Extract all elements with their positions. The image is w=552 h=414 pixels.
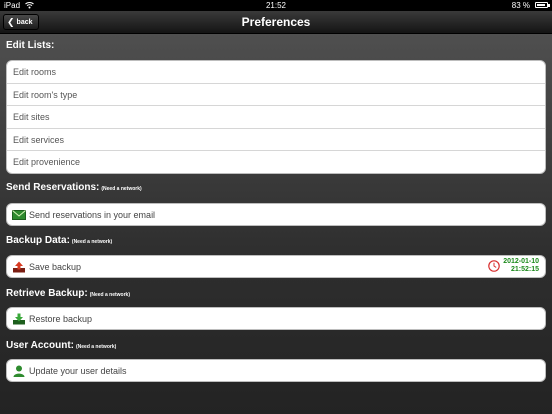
- navigation-bar: ❮ back Preferences: [0, 11, 552, 34]
- network-note: (Need a network): [75, 344, 117, 350]
- network-note: (Need a network): [89, 292, 130, 298]
- edit-rooms-item[interactable]: Edit rooms: [7, 61, 545, 84]
- clock-icon: [488, 260, 500, 272]
- restore-backup-label: Restore backup: [29, 314, 93, 324]
- retrieve-backup-header-label: Retrieve Backup:: [6, 288, 88, 299]
- update-user-details-item[interactable]: Update your user details: [7, 360, 545, 381]
- backup-data-header: Backup Data: (Need a network): [6, 235, 112, 246]
- status-bar: iPad 21:52 83 %: [0, 0, 552, 11]
- user-account-header-label: User Account:: [6, 340, 74, 351]
- save-backup-label: Save backup: [29, 262, 82, 272]
- envelope-icon: [12, 210, 26, 220]
- last-backup-time: 21:52:15: [510, 266, 539, 273]
- retrieve-backup-group: Restore backup: [6, 307, 546, 330]
- page-title: Preferences: [241, 15, 311, 29]
- last-backup-stamp: 2012-01-10 21:52:15: [488, 258, 539, 274]
- user-icon: [13, 365, 25, 377]
- edit-lists-header: Edit Lists:: [6, 40, 54, 51]
- retrieve-backup-header: Retrieve Backup: (Need a network): [6, 288, 130, 299]
- backup-data-header-label: Backup Data:: [6, 235, 70, 246]
- battery-percent: 83 %: [511, 1, 530, 10]
- clock-time: 21:52: [265, 1, 287, 10]
- edit-services-item[interactable]: Edit services: [7, 129, 545, 151]
- send-reservations-label: Send reservations in your email: [29, 210, 156, 220]
- edit-provenience-item[interactable]: Edit provenience: [7, 151, 545, 173]
- battery-icon: [535, 2, 550, 8]
- last-backup-datetime: 2012-01-10 21:52:15: [503, 258, 539, 274]
- backup-data-group: Save backup 2012-01-10 21:52:15: [6, 255, 546, 278]
- last-backup-date: 2012-01-10: [503, 258, 539, 265]
- network-note: (Need a network): [71, 239, 113, 245]
- edit-lists-header-label: Edit Lists:: [6, 40, 55, 51]
- edit-lists-group: Edit rooms Edit room's type Edit sites E…: [6, 60, 546, 174]
- download-icon: [13, 313, 25, 325]
- send-reservations-group: Send reservations in your email: [6, 203, 546, 226]
- user-account-group: Update your user details: [6, 359, 546, 382]
- network-note: (Need a network): [101, 186, 142, 192]
- upload-icon: [13, 261, 25, 273]
- edit-sites-item[interactable]: Edit sites: [7, 106, 545, 129]
- send-reservations-header: Send Reservations: (Need a network): [6, 182, 142, 193]
- user-account-header: User Account: (Need a network): [6, 340, 116, 351]
- edit-room-type-item[interactable]: Edit room's type: [7, 84, 545, 106]
- send-reservations-item[interactable]: Send reservations in your email: [7, 204, 545, 225]
- update-user-details-label: Update your user details: [29, 366, 127, 376]
- restore-backup-item[interactable]: Restore backup: [7, 308, 545, 329]
- save-backup-item[interactable]: Save backup 2012-01-10 21:52:15: [7, 256, 545, 277]
- send-reservations-header-label: Send Reservations:: [6, 182, 100, 193]
